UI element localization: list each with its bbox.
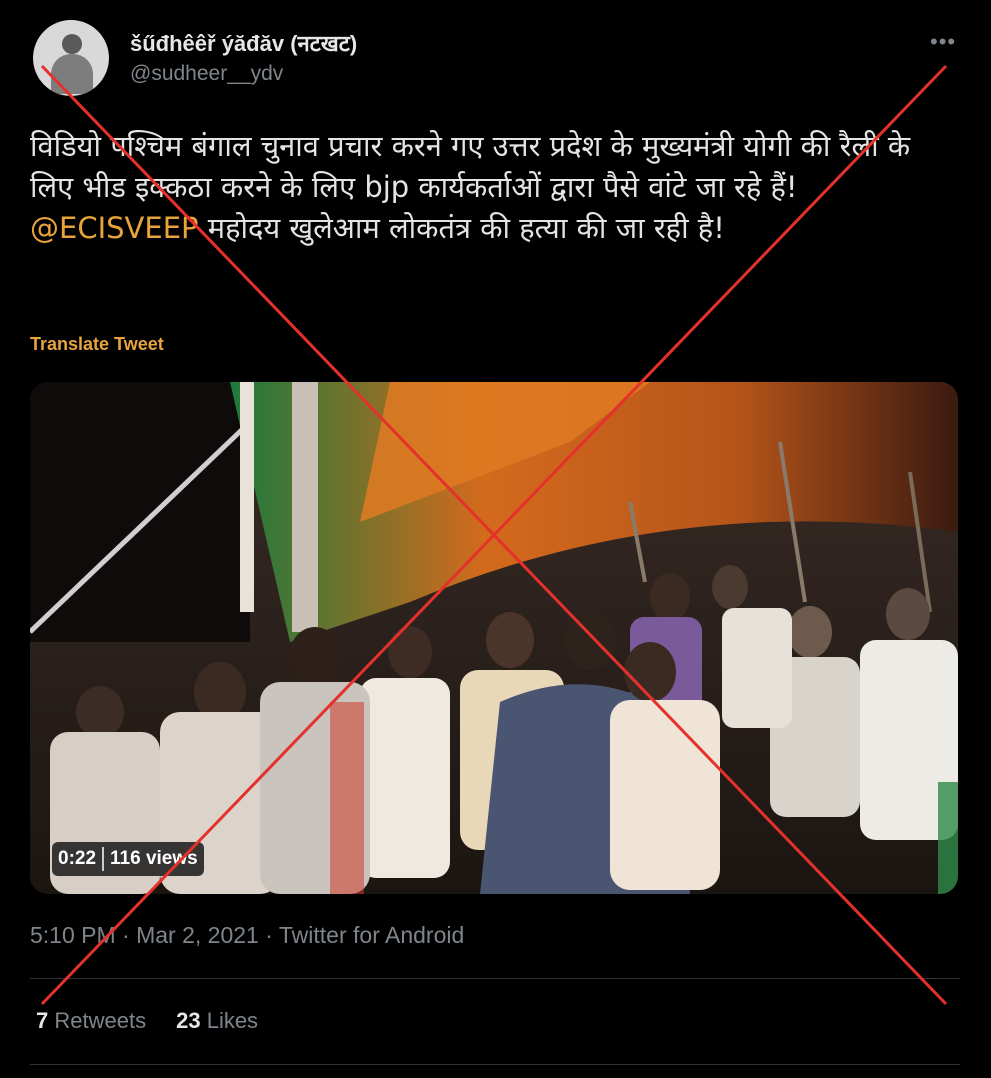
username[interactable]: @sudheer__ydv	[130, 62, 283, 86]
avatar-figure-head	[62, 34, 82, 54]
tweet-source[interactable]: Twitter for Android	[279, 922, 464, 948]
mention-link[interactable]: @ECISVEEP	[30, 211, 199, 245]
more-options-icon[interactable]: •••	[930, 31, 960, 53]
display-name[interactable]: šűđhêêř ýăđăv (नटखट)	[130, 28, 357, 58]
video-views: 116 views	[110, 848, 198, 869]
retweets-label: Retweets	[54, 1008, 147, 1033]
tweet-date[interactable]: Mar 2, 2021	[136, 922, 259, 948]
likes-stat[interactable]: 23 Likes	[176, 1008, 258, 1033]
retweets-count: 7	[36, 1008, 49, 1033]
tweet-text-part-1: विडियो पश्चिम बंगाल चुनाव प्रचार करने गए…	[30, 129, 911, 204]
likes-label: Likes	[206, 1008, 259, 1033]
badge-separator	[102, 847, 105, 871]
engagement-stats: 7 Retweets 23 Likes	[36, 1008, 258, 1034]
avatar-figure-body	[51, 54, 93, 94]
translate-tweet-link[interactable]: Translate Tweet	[30, 334, 164, 355]
tweet-metadata: 5:10 PM · Mar 2, 2021 · Twitter for Andr…	[30, 922, 464, 949]
divider-bottom	[30, 1064, 960, 1065]
video-frame	[30, 382, 958, 894]
divider-top	[30, 978, 960, 979]
likes-count: 23	[176, 1008, 201, 1033]
tweet-text: विडियो पश्चिम बंगाल चुनाव प्रचार करने गए…	[30, 126, 960, 249]
tweet-text-part-2: महोदय खुलेआम लोकतंत्र की हत्या की जा रही…	[198, 211, 725, 245]
meta-separator: ·	[122, 922, 130, 948]
retweets-stat[interactable]: 7 Retweets	[36, 1008, 146, 1033]
meta-separator-2: ·	[265, 922, 273, 948]
video-duration: 0:22	[58, 848, 97, 869]
tweet-time[interactable]: 5:10 PM	[30, 922, 116, 948]
video-player[interactable]: 0:22 116 views	[30, 382, 958, 894]
video-info-badge: 0:22 116 views	[52, 842, 204, 876]
avatar[interactable]	[33, 20, 109, 96]
tweet-card: šűđhêêř ýăđăv (नटखट) @sudheer__ydv ••• व…	[0, 0, 991, 1078]
